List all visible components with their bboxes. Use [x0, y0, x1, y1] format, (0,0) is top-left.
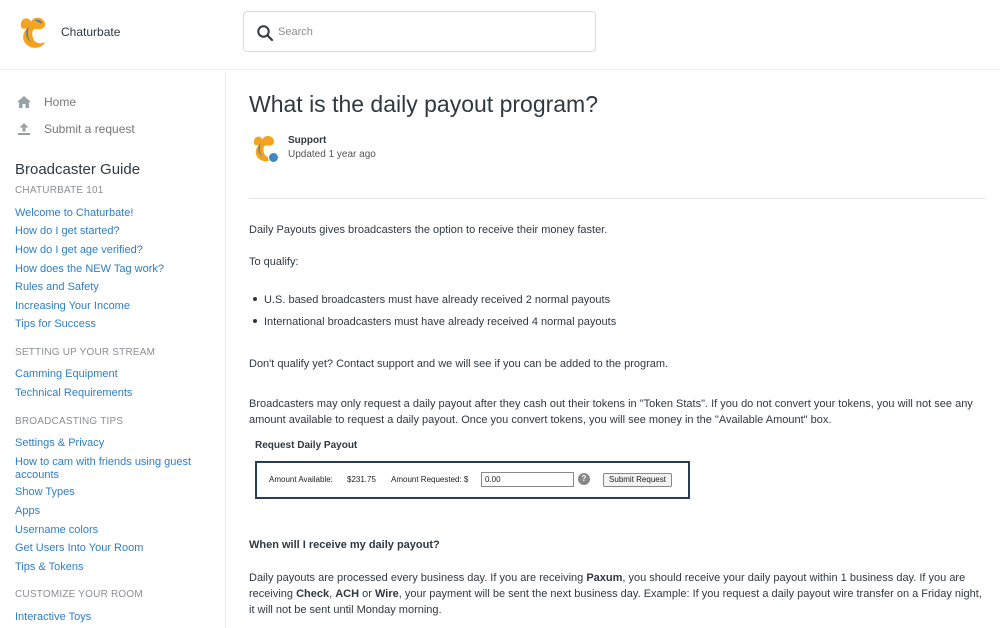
- home-icon: [17, 96, 31, 108]
- sidebar-item-label: Home: [44, 95, 77, 109]
- sidebar-item-home[interactable]: Home: [16, 95, 76, 109]
- search-icon: [257, 25, 274, 42]
- amount-available-value: $231.75: [347, 475, 376, 484]
- sidebar-link[interactable]: Interactive Toys: [15, 611, 215, 624]
- section-title: CUSTOMIZE YOUR ROOM: [15, 589, 143, 600]
- help-icon: ?: [578, 473, 590, 485]
- list-item: International broadcasters must have alr…: [253, 316, 616, 328]
- list-item-text: U.S. based broadcasters must have alread…: [264, 294, 611, 306]
- section-title: SETTING UP YOUR STREAM: [15, 347, 156, 358]
- sidebar-link[interactable]: Welcome to Chaturbate!: [15, 207, 215, 220]
- agent-badge-icon: [268, 152, 279, 163]
- divider: [249, 198, 986, 199]
- sidebar-link[interactable]: Apps: [15, 505, 215, 518]
- sidebar-link[interactable]: Tips for Success: [15, 318, 215, 331]
- sidebar-link[interactable]: How do I get started?: [15, 225, 215, 238]
- brand-name[interactable]: Chaturbate: [61, 25, 120, 39]
- bullet-icon: [253, 319, 257, 324]
- sidebar-link[interactable]: How do I get age verified?: [15, 244, 215, 257]
- request-payout-image: Amount Available: $231.75 Amount Request…: [255, 461, 690, 499]
- amount-requested-input: [481, 472, 574, 487]
- sidebar-link[interactable]: Tips & Tokens: [15, 561, 215, 574]
- search-input[interactable]: [278, 20, 578, 44]
- upload-icon: [18, 123, 30, 135]
- site-header: Chaturbate: [0, 0, 1000, 70]
- sidebar-link[interactable]: Get Users Into Your Room: [15, 542, 215, 555]
- section-title: BROADCASTING TIPS: [15, 416, 124, 427]
- sidebar-item-submit-request[interactable]: Submit a request: [16, 122, 135, 136]
- author-name[interactable]: Support: [288, 135, 326, 146]
- sidebar-link[interactable]: How to cam with friends using guest acco…: [15, 456, 215, 482]
- amount-requested-label: Amount Requested: $: [391, 475, 469, 484]
- list-item: U.S. based broadcasters must have alread…: [253, 294, 610, 306]
- sidebar-link[interactable]: Technical Requirements: [15, 387, 215, 400]
- paragraph: Daily payouts are processed every busine…: [249, 572, 982, 616]
- sidebar-link[interactable]: Show Types: [15, 486, 215, 499]
- search-box[interactable]: [243, 11, 596, 52]
- submit-request-button: Submit Request: [603, 473, 672, 487]
- section-heading: When will I receive my daily payout?: [249, 539, 440, 551]
- sidebar-link[interactable]: Camming Equipment: [15, 368, 215, 381]
- page-title: What is the daily payout program?: [249, 91, 599, 117]
- bullet-icon: [253, 297, 257, 302]
- sidebar-link[interactable]: Rules and Safety: [15, 281, 215, 294]
- paragraph: Broadcasters may only request a daily pa…: [249, 398, 973, 426]
- sidebar-link[interactable]: Settings & Privacy: [15, 437, 215, 450]
- updated-timestamp: Updated 1 year ago: [288, 149, 376, 160]
- paragraph: To qualify:: [249, 256, 299, 268]
- section-title: CHATURBATE 101: [15, 185, 104, 196]
- sidebar-item-label: Submit a request: [44, 122, 135, 136]
- paragraph: Daily Payouts gives broadcasters the opt…: [249, 224, 608, 236]
- chaturbate-logo[interactable]: [15, 14, 51, 50]
- sidebar-link[interactable]: Increasing Your Income: [15, 300, 215, 313]
- amount-available-label: Amount Available:: [269, 475, 333, 484]
- guide-title: Broadcaster Guide: [15, 161, 141, 178]
- paragraph: Don't qualify yet? Contact support and w…: [249, 358, 669, 370]
- list-item-text: International broadcasters must have alr…: [264, 316, 617, 328]
- avatar[interactable]: [249, 133, 279, 163]
- request-payout-title: Request Daily Payout: [255, 440, 358, 451]
- sidebar: Home Submit a request Broadcaster Guide …: [0, 71, 226, 628]
- sidebar-link[interactable]: Username colors: [15, 524, 215, 537]
- sidebar-link[interactable]: How does the NEW Tag work?: [15, 263, 215, 276]
